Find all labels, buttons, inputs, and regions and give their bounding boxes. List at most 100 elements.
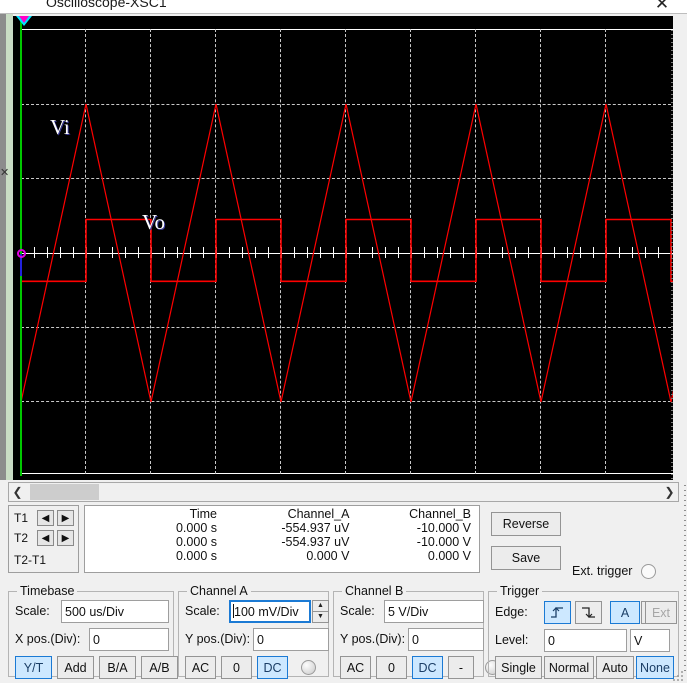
stepper-up-icon[interactable]: ▲ xyxy=(312,600,329,612)
trigger-rising-edge-icon[interactable] xyxy=(544,601,571,624)
readout-header-row: Time Channel_A Channel_B xyxy=(85,506,479,521)
channel-a-ypos-input[interactable]: 0 xyxy=(253,628,329,651)
channel-b-coupling-gnd[interactable]: 0 xyxy=(376,656,407,679)
oscilloscope-window: ✕ Oscilloscope-XSC1 ✕ Vi Vo ❮ ❯ T1 ◀ ▶ T… xyxy=(0,0,687,683)
chevron-left-icon[interactable]: ❮ xyxy=(9,483,26,501)
cursor-t1-label: T1 xyxy=(14,511,29,525)
cursor-t2-right-arrow-icon[interactable]: ▶ xyxy=(57,530,74,546)
trigger-mode-none[interactable]: None xyxy=(636,656,674,679)
cursor-t2-left-arrow-icon[interactable]: ◀ xyxy=(37,530,54,546)
ext-trigger-led[interactable] xyxy=(641,564,656,579)
channel-a-coupling-gnd[interactable]: 0 xyxy=(221,656,252,679)
rising-edge-icon xyxy=(551,607,563,618)
readout-header-time: Time xyxy=(189,507,217,521)
channel-b-ypos-label: Y pos.(Div): xyxy=(340,632,406,646)
cursor-t1[interactable] xyxy=(20,20,22,476)
waveform-display[interactable]: Vi Vo xyxy=(13,16,673,480)
readout-header-channel-a: Channel_A xyxy=(287,507,350,521)
trace-label-vi: Vi xyxy=(50,115,70,139)
trace-vi xyxy=(20,103,673,403)
timebase-scale-label: Scale: xyxy=(15,604,50,618)
readout-header-channel-b: Channel_B xyxy=(409,507,471,521)
trigger-source-a[interactable]: A xyxy=(610,601,640,624)
close-icon[interactable]: ✕ xyxy=(651,0,673,14)
title-bar: Oscilloscope-XSC1 ✕ xyxy=(0,0,687,14)
chevron-right-icon[interactable]: ❯ xyxy=(661,483,678,501)
cursor-t1-left-arrow-icon[interactable]: ◀ xyxy=(37,510,54,526)
title-bar-divider xyxy=(0,13,687,14)
timebase-mode-ab[interactable]: A/B xyxy=(141,656,178,679)
trace-label-vo: Vo xyxy=(142,210,165,234)
readout-t2-channel-a: -554.937 uV xyxy=(281,535,350,549)
trigger-level-input[interactable]: 0 xyxy=(544,629,627,652)
timebase-mode-ba[interactable]: B/A xyxy=(99,656,136,679)
timebase-xpos-input[interactable]: 0 xyxy=(89,628,169,651)
trigger-falling-edge-icon[interactable] xyxy=(575,601,602,624)
falling-edge-icon xyxy=(582,607,595,618)
window-title: Oscilloscope-XSC1 xyxy=(46,0,167,10)
channel-b-title: Channel B xyxy=(342,584,407,598)
timebase-mode-add[interactable]: Add xyxy=(57,656,94,679)
cursor-t2-label: T2 xyxy=(14,531,29,545)
channel-a-probe-led[interactable] xyxy=(301,660,316,675)
channel-b-scale-input[interactable]: 5 V/Div xyxy=(384,600,484,623)
cursor-handle-icon[interactable] xyxy=(17,249,26,258)
table-row: 0.000 s -554.937 uV -10.000 V xyxy=(85,521,479,535)
channel-a-group: Channel A Scale: 100 mV/Div ▲ ▼ Y pos.(D… xyxy=(178,584,329,679)
cursor-t1-right-arrow-icon[interactable]: ▶ xyxy=(57,510,74,526)
trigger-level-marker-inner-icon xyxy=(19,16,29,23)
readout-t1-channel-b: -10.000 V xyxy=(416,521,471,535)
save-button[interactable]: Save xyxy=(491,546,561,570)
scrollbar-thumb[interactable] xyxy=(30,484,99,500)
readout-table: Time Channel_A Channel_B 0.000 s -554.93… xyxy=(85,506,479,563)
stepper-down-icon[interactable]: ▼ xyxy=(312,611,329,623)
table-row: 0.000 s -554.937 uV -10.000 V xyxy=(85,535,479,549)
channel-a-ypos-label: Y pos.(Div): xyxy=(185,632,251,646)
window-edge-rail xyxy=(684,485,686,675)
timebase-scale-input[interactable]: 500 us/Div xyxy=(61,600,169,623)
channel-a-scale-label: Scale: xyxy=(185,604,220,618)
readout-t1-time: 0.000 s xyxy=(175,521,217,535)
timebase-group: Timebase Scale: 500 us/Div X pos.(Div): … xyxy=(8,584,178,679)
readout-delta-channel-b: 0.000 V xyxy=(427,549,471,563)
channel-b-ypos-input[interactable]: 0 xyxy=(408,628,484,651)
timebase-xpos-label: X pos.(Div): xyxy=(15,632,81,646)
trigger-level-label: Level: xyxy=(495,633,529,647)
channel-b-coupling-dc[interactable]: DC xyxy=(412,656,443,679)
timebase-title: Timebase xyxy=(17,584,78,598)
trace-vo xyxy=(21,218,673,283)
measurement-readout: Time Channel_A Channel_B 0.000 s -554.93… xyxy=(84,505,480,573)
scrollbar-track[interactable] xyxy=(26,483,661,501)
horizontal-scrollbar[interactable]: ❮ ❯ xyxy=(8,482,679,502)
readout-t1-channel-a: -554.937 uV xyxy=(281,521,350,535)
channel-a-title: Channel A xyxy=(187,584,251,598)
cursor-control-panel: T1 ◀ ▶ T2 ◀ ▶ T2-T1 xyxy=(8,505,79,573)
cursor-delta-label: T2-T1 xyxy=(14,553,47,567)
reverse-button[interactable]: Reverse xyxy=(491,512,561,536)
cursor-row-t2: T2 ◀ ▶ xyxy=(14,529,74,547)
trigger-title: Trigger xyxy=(497,584,543,598)
readout-delta-time: 0.000 s xyxy=(175,549,217,563)
background-x-glyph: ✕ xyxy=(0,167,10,179)
readout-t2-time: 0.000 s xyxy=(175,535,217,549)
trigger-mode-single[interactable]: Single xyxy=(495,656,542,679)
channel-b-coupling-ac[interactable]: AC xyxy=(340,656,371,679)
channel-b-group: Channel B Scale: 5 V/Div Y pos.(Div): 0 … xyxy=(333,584,500,679)
trigger-mode-normal[interactable]: Normal xyxy=(544,656,594,679)
channel-a-scale-stepper[interactable]: ▲ ▼ xyxy=(312,600,329,623)
table-row: 0.000 s 0.000 V 0.000 V xyxy=(85,549,479,563)
readout-t2-channel-b: -10.000 V xyxy=(416,535,471,549)
display-edge-rail xyxy=(671,30,673,480)
channel-a-coupling-dc[interactable]: DC xyxy=(257,656,288,679)
trigger-source-ext[interactable]: Ext xyxy=(645,601,677,624)
background-panel xyxy=(6,14,13,480)
channel-b-scale-label: Scale: xyxy=(340,604,375,618)
ext-trigger-label: Ext. trigger xyxy=(572,564,633,578)
channel-a-scale-input[interactable]: 100 mV/Div xyxy=(229,600,311,623)
trigger-mode-auto[interactable]: Auto xyxy=(596,656,634,679)
trigger-edge-label: Edge: xyxy=(495,605,528,619)
timebase-mode-yt[interactable]: Y/T xyxy=(15,656,52,679)
trigger-level-unit[interactable]: V xyxy=(630,629,670,652)
channel-a-coupling-ac[interactable]: AC xyxy=(185,656,216,679)
channel-b-invert[interactable]: - xyxy=(448,656,474,679)
